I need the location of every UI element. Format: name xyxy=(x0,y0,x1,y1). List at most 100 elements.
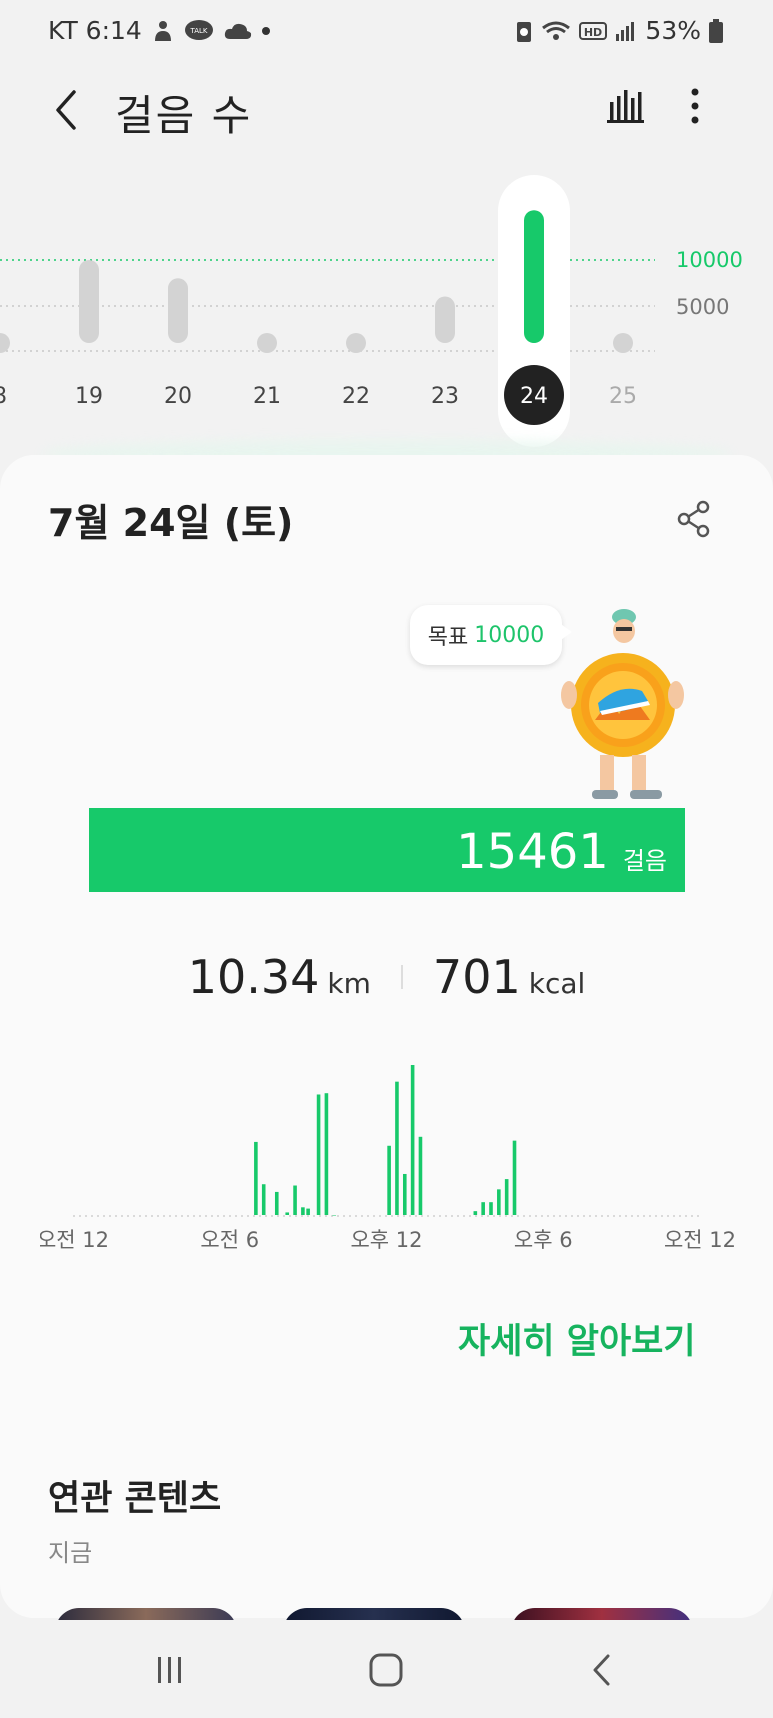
svg-text:HD: HD xyxy=(584,26,602,39)
hourly-bar xyxy=(402,1173,407,1215)
hd-icon: HD xyxy=(579,21,608,40)
recents-button[interactable] xyxy=(140,1645,200,1695)
svg-text:TALK: TALK xyxy=(189,27,207,35)
hourly-steps-chart: 오전 12 오전 6 오후 12 오후 6 오전 12 xyxy=(37,1040,740,1270)
day-dot xyxy=(346,333,366,353)
steps-count: 15461 xyxy=(456,824,609,880)
page-title: 걸음 수 xyxy=(115,91,253,140)
mascot-illustration xyxy=(560,605,685,805)
status-right: HD 53% xyxy=(515,16,723,45)
recents-icon xyxy=(158,1657,181,1683)
hourly-bar xyxy=(316,1094,321,1215)
hourly-bar xyxy=(293,1185,297,1215)
hourly-bar xyxy=(497,1189,501,1215)
day-bar xyxy=(524,210,544,343)
goal-axis-label: 10000 xyxy=(676,248,743,272)
more-options-button[interactable] xyxy=(690,86,726,136)
hour-tick-label: 오후 12 xyxy=(350,1228,422,1252)
carrier-time: KT 6:14 xyxy=(48,16,142,45)
system-back-button[interactable] xyxy=(572,1645,632,1695)
day-bar xyxy=(168,278,188,343)
hourly-bar xyxy=(332,1215,337,1216)
hourly-bar xyxy=(301,1207,305,1215)
day-column-25[interactable]: 25 xyxy=(609,333,637,409)
day-label: 22 xyxy=(342,384,370,409)
battery-icon xyxy=(709,18,723,43)
home-button[interactable] xyxy=(356,1645,416,1695)
battery-saver-icon xyxy=(517,21,532,42)
goal-value: 10000 xyxy=(474,622,545,648)
notification-dot-icon xyxy=(261,26,270,35)
related-content-time: 지금 xyxy=(48,1539,93,1567)
day-label: 19 xyxy=(75,384,103,409)
hourly-bar xyxy=(254,1141,258,1215)
hourly-bar xyxy=(489,1202,493,1215)
day-column-8[interactable]: 8 xyxy=(0,333,10,409)
distance-value: 10.34 xyxy=(187,950,320,1004)
home-icon xyxy=(369,1653,403,1687)
distance-unit: km xyxy=(327,967,371,1000)
bar-chart-icon xyxy=(607,90,644,123)
date-title: 7월 24일 (토) xyxy=(48,501,294,545)
hourly-bar xyxy=(285,1212,290,1215)
day-column-21[interactable]: 21 xyxy=(253,333,281,409)
goal-bubble: 목표 10000 xyxy=(410,605,562,665)
wifi-icon xyxy=(542,21,571,40)
day-column-23[interactable]: 23 xyxy=(431,296,459,409)
day-column-22[interactable]: 22 xyxy=(342,333,370,409)
calories-value: 701 xyxy=(432,950,521,1004)
day-bar xyxy=(79,260,99,343)
hourly-bar xyxy=(512,1140,517,1215)
hourly-bar xyxy=(481,1202,485,1215)
person-icon xyxy=(154,20,171,41)
signal-icon xyxy=(616,21,635,41)
hour-tick-label: 오전 12 xyxy=(40,1228,109,1252)
hourly-steps-svg: 오전 12 오전 6 오후 12 오후 6 오전 12 xyxy=(37,1065,736,1252)
steps-unit: 걸음 xyxy=(622,847,667,875)
status-left: KT 6:14 TALK xyxy=(48,16,270,45)
day-label: 21 xyxy=(253,384,281,409)
daily-steps-svg: 10000 5000 8 19 20 21 22 23 24 25 xyxy=(0,175,743,447)
day-label: 24 xyxy=(520,384,548,409)
goal-label: 목표 xyxy=(427,625,469,650)
hourly-bar xyxy=(410,1065,415,1215)
share-button[interactable] xyxy=(676,500,718,542)
steps-progress-bar: 15461 걸음 xyxy=(89,808,685,892)
chevron-left-icon xyxy=(56,90,76,130)
day-label: 20 xyxy=(164,384,192,409)
hour-tick-label: 오전 12 xyxy=(664,1228,736,1252)
hour-tick-label: 오후 6 xyxy=(514,1228,573,1252)
stats-divider xyxy=(400,965,403,989)
hourly-bar xyxy=(324,1093,329,1215)
day-column-19[interactable]: 19 xyxy=(75,260,103,409)
hourly-bar xyxy=(261,1184,266,1215)
share-icon xyxy=(677,500,710,538)
status-bar: KT 6:14 TALK HD 53% xyxy=(0,0,773,66)
day-dot xyxy=(257,333,277,353)
hourly-bar xyxy=(274,1191,279,1215)
calories-unit: kcal xyxy=(528,967,586,1000)
day-label: 23 xyxy=(431,384,459,409)
learn-more-link[interactable]: 자세히 알아보기 xyxy=(458,1313,696,1364)
hourly-bar xyxy=(306,1208,310,1215)
day-column-20[interactable]: 20 xyxy=(164,278,192,409)
hourly-bar xyxy=(504,1179,509,1215)
daily-steps-chart: 10000 5000 8 19 20 21 22 23 24 25 xyxy=(0,160,773,450)
back-button[interactable] xyxy=(40,80,92,140)
battery-percent: 53% xyxy=(645,16,701,45)
day-label: 8 xyxy=(0,384,7,409)
hourly-bar xyxy=(387,1145,391,1215)
hourly-bar xyxy=(395,1081,399,1215)
day-dot xyxy=(613,333,633,353)
stats-row: 10.34 km 701 kcal xyxy=(0,950,773,1004)
cloud-icon xyxy=(224,23,251,39)
hourly-bar xyxy=(473,1211,478,1215)
more-vertical-icon xyxy=(691,88,699,124)
kakaotalk-icon: TALK xyxy=(184,19,213,40)
back-icon xyxy=(593,1654,610,1686)
day-bar xyxy=(435,296,455,343)
mid-axis-label: 5000 xyxy=(676,295,729,319)
hourly-bar xyxy=(418,1136,423,1215)
day-dot xyxy=(0,333,10,353)
trends-button[interactable] xyxy=(605,86,655,136)
